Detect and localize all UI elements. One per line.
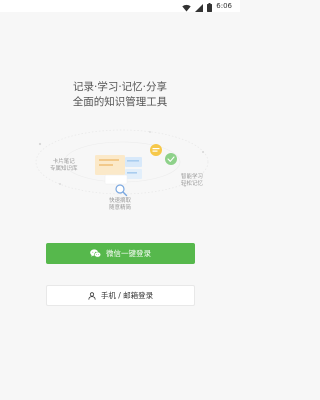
wechat-login-label: 微信一键登录 (106, 249, 151, 258)
wifi-icon (182, 0, 191, 16)
feature-line: 卡片笔记 (52, 159, 75, 165)
illustration: 卡片笔记 专属知识库 智能学习 轻松记忆 快速摘取 随意精简 (0, 112, 240, 224)
phone-email-login-button[interactable]: 手机 / 邮箱登录 (46, 285, 195, 306)
status-time: 6:06 (216, 2, 232, 10)
hero-title: 记录·学习·记忆·分享 (72, 81, 167, 93)
status-bar: 6:06 (0, 0, 240, 12)
feature-line: 快速摘取 (109, 198, 132, 204)
person-icon (88, 291, 96, 300)
feature-card-notes: 卡片笔记 专属知识库 (50, 159, 78, 173)
feature-line: 智能学习 (181, 174, 204, 180)
feature-line: 轻松记忆 (181, 181, 204, 187)
hero-subtitle: 全面的知识管理工具 (72, 96, 168, 108)
feature-line: 随意精简 (109, 205, 132, 211)
wechat-login-button[interactable]: 微信一键登录 (46, 243, 195, 264)
phone-email-login-label: 手机 / 邮箱登录 (100, 291, 154, 300)
feature-line: 专属知识库 (50, 166, 78, 172)
signal-icon (195, 0, 204, 16)
feature-quick-extract: 快速摘取 随意精简 (109, 198, 131, 212)
wechat-icon (90, 249, 101, 258)
status-icons: 6:06 (182, 1, 232, 12)
battery-icon (207, 0, 213, 16)
feature-smart-learning: 智能学习 轻松记忆 (181, 174, 203, 188)
